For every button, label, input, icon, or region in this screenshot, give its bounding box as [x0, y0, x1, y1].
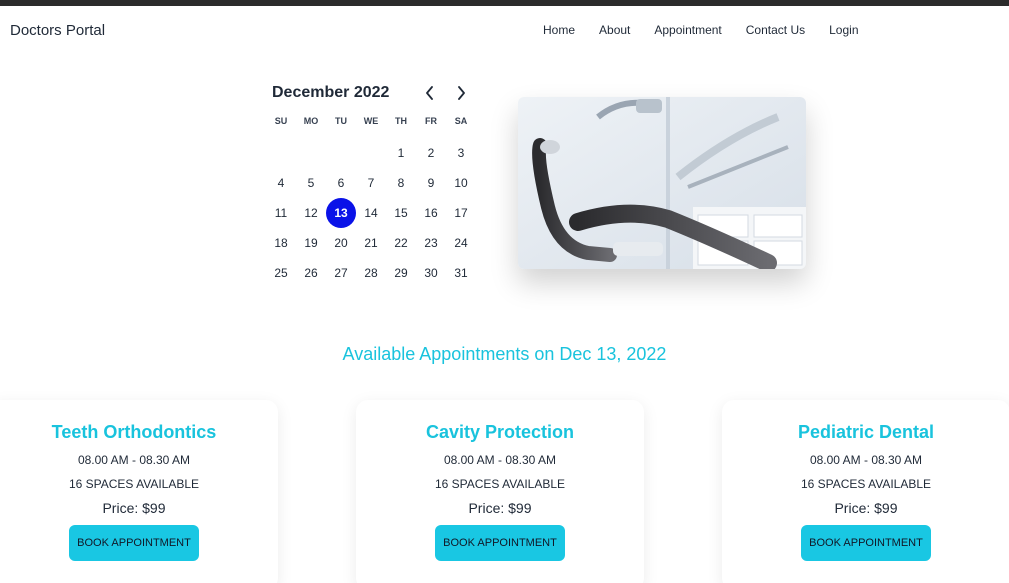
- calendar-day[interactable]: 9: [416, 168, 446, 198]
- calendar-day[interactable]: 10: [446, 168, 476, 198]
- calendar-day[interactable]: 18: [266, 228, 296, 258]
- calendar-day[interactable]: 6: [326, 168, 356, 198]
- weekday-label: SA: [454, 116, 468, 126]
- service-name: Teeth Orthodontics: [51, 422, 217, 442]
- calendar-day-grid: 1 2 3 4 5 6 7 8 9 10 11 12 13 14 15 16 17 18 19 20 21 22 23 24 2…: [266, 138, 476, 288]
- nav-appointment[interactable]: Appointment: [642, 23, 733, 37]
- calendar-day[interactable]: 30: [416, 258, 446, 288]
- chevron-right-icon[interactable]: [450, 82, 472, 104]
- calendar-day[interactable]: 2: [416, 138, 446, 168]
- calendar-blank: [266, 138, 296, 168]
- service-card: Cavity Protection 08.00 AM - 08.30 AM 16…: [356, 400, 644, 583]
- nav-contact[interactable]: Contact Us: [734, 23, 817, 37]
- calendar-month-label: December 2022: [272, 84, 390, 101]
- service-name: Cavity Protection: [425, 422, 575, 442]
- calendar-day[interactable]: 24: [446, 228, 476, 258]
- calendar-day[interactable]: 4: [266, 168, 296, 198]
- calendar-day-selected[interactable]: 13: [326, 198, 356, 228]
- navbar: Doctors Portal Home About Appointment Co…: [0, 6, 1009, 56]
- service-spaces: 16 SPACES AVAILABLE: [434, 477, 566, 491]
- service-time: 08.00 AM - 08.30 AM: [77, 453, 191, 467]
- brand-logo[interactable]: Doctors Portal: [10, 22, 105, 39]
- calendar-blank: [326, 138, 356, 168]
- calendar-blank: [296, 138, 326, 168]
- book-appointment-button[interactable]: BOOK APPOINTMENT: [69, 525, 199, 561]
- weekday-label: TU: [335, 116, 347, 126]
- nav-links: Home About Appointment Contact Us Login: [531, 23, 871, 37]
- calendar-day[interactable]: 19: [296, 228, 326, 258]
- calendar-day[interactable]: 15: [386, 198, 416, 228]
- calendar-day[interactable]: 14: [356, 198, 386, 228]
- nav-login[interactable]: Login: [817, 23, 870, 37]
- calendar-day[interactable]: 5: [296, 168, 326, 198]
- service-price: Price: $99: [102, 500, 166, 516]
- calendar-day[interactable]: 21: [356, 228, 386, 258]
- service-spaces: 16 SPACES AVAILABLE: [800, 477, 932, 491]
- calendar-day[interactable]: 20: [326, 228, 356, 258]
- calendar-day[interactable]: 26: [296, 258, 326, 288]
- calendar-day[interactable]: 31: [446, 258, 476, 288]
- calendar-weekday-row: SU MO TU WE TH FR SA: [266, 116, 476, 126]
- calendar-blank: [356, 138, 386, 168]
- weekday-label: TH: [395, 116, 407, 126]
- calendar-day[interactable]: 25: [266, 258, 296, 288]
- weekday-label: FR: [425, 116, 437, 126]
- calendar-day[interactable]: 11: [266, 198, 296, 228]
- weekday-label: MO: [303, 116, 319, 126]
- calendar-day[interactable]: 8: [386, 168, 416, 198]
- calendar-header: December 2022: [266, 80, 476, 106]
- weekday-label: WE: [363, 116, 379, 126]
- calendar-day[interactable]: 29: [386, 258, 416, 288]
- calendar-day[interactable]: 3: [446, 138, 476, 168]
- available-appointments-heading: Available Appointments on Dec 13, 2022: [342, 344, 667, 364]
- nav-about[interactable]: About: [587, 23, 642, 37]
- book-appointment-button[interactable]: BOOK APPOINTMENT: [801, 525, 931, 561]
- service-card: Teeth Orthodontics 08.00 AM - 08.30 AM 1…: [0, 400, 278, 583]
- calendar-day[interactable]: 22: [386, 228, 416, 258]
- calendar-day[interactable]: 23: [416, 228, 446, 258]
- service-time: 08.00 AM - 08.30 AM: [809, 453, 923, 467]
- calendar-day[interactable]: 1: [386, 138, 416, 168]
- service-spaces: 16 SPACES AVAILABLE: [68, 477, 200, 491]
- date-picker: December 2022 SU MO TU WE TH FR SA 1 2 3 4 5 6 7 8 9 10…: [266, 80, 476, 280]
- calendar-day[interactable]: 17: [446, 198, 476, 228]
- service-card: Pediatric Dental 08.00 AM - 08.30 AM 16 …: [722, 400, 1009, 583]
- service-name: Pediatric Dental: [797, 422, 935, 442]
- calendar-day[interactable]: 7: [356, 168, 386, 198]
- calendar-day[interactable]: 16: [416, 198, 446, 228]
- calendar-day[interactable]: 12: [296, 198, 326, 228]
- chevron-left-icon[interactable]: [419, 82, 441, 104]
- service-price: Price: $99: [834, 500, 898, 516]
- book-appointment-button[interactable]: BOOK APPOINTMENT: [435, 525, 565, 561]
- service-time: 08.00 AM - 08.30 AM: [443, 453, 557, 467]
- calendar-day[interactable]: 27: [326, 258, 356, 288]
- weekday-label: SU: [274, 116, 288, 126]
- nav-home[interactable]: Home: [531, 23, 587, 37]
- dental-chair-photo: [518, 97, 806, 269]
- service-price: Price: $99: [468, 500, 532, 516]
- calendar-day[interactable]: 28: [356, 258, 386, 288]
